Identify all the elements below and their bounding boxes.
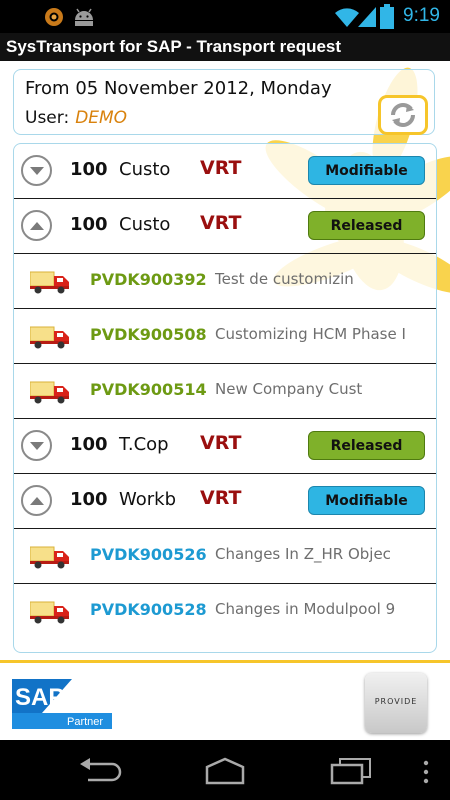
object-row[interactable]: PVDK900392 Test de customizin [14, 254, 436, 309]
main-content: From 05 November 2012, Monday User: DEMO … [0, 61, 450, 740]
sap-partner-text: Partner [67, 716, 103, 728]
request-type: VRT [200, 432, 242, 454]
app-title: SysTransport for SAP - Transport request [6, 37, 342, 56]
chevron-up-icon [29, 221, 44, 230]
provide-logo: PROVIDE [365, 673, 427, 733]
truck-icon [30, 601, 69, 624]
object-id: PVDK900392 [90, 270, 207, 289]
object-description: Customizing HCM Phase I [215, 325, 406, 343]
transport-request-list: 100 Custo VRT Modifiable 100 Custo VRT R… [13, 143, 437, 653]
object-row[interactable]: PVDK900528 Changes in Modulpool 9 [14, 584, 436, 639]
request-description: T.Cop [119, 434, 169, 455]
user-label: User: [25, 108, 70, 128]
collapse-toggle[interactable] [21, 485, 52, 516]
chevron-down-icon [29, 441, 44, 450]
status-time: 9:19 [403, 5, 440, 26]
chevron-up-icon [29, 496, 44, 505]
request-row[interactable]: 100 Workb VRT Modifiable [14, 474, 436, 529]
refresh-icon [391, 103, 415, 127]
notification-circle-icon [45, 8, 63, 26]
collapse-toggle[interactable] [21, 210, 52, 241]
date-header: From 05 November 2012, Monday User: DEMO [13, 69, 435, 135]
request-row[interactable]: 100 Custo VRT Released [14, 199, 436, 254]
request-type: VRT [200, 487, 242, 509]
sap-partner-logo: SAP Partner [12, 679, 112, 729]
navigation-bar [0, 740, 450, 800]
object-description: Changes in Modulpool 9 [215, 600, 396, 618]
object-description: Test de customizin [215, 270, 354, 288]
object-id: PVDK900528 [90, 600, 207, 619]
object-id: PVDK900526 [90, 545, 207, 564]
provide-logo-text: PROVIDE [374, 697, 418, 706]
user-value: DEMO [75, 108, 128, 128]
truck-icon [30, 381, 69, 404]
status-bar: 9:19 [0, 0, 450, 33]
request-type: VRT [200, 157, 242, 179]
sap-logo-text: SAP [15, 684, 64, 711]
recent-apps-icon[interactable] [330, 757, 372, 785]
request-type: VRT [200, 212, 242, 234]
date-text: From 05 November 2012, Monday [25, 78, 332, 99]
refresh-button[interactable] [378, 95, 428, 135]
object-row[interactable]: PVDK900514 New Company Cust [14, 364, 436, 419]
object-id: PVDK900514 [90, 380, 207, 399]
back-icon[interactable] [78, 758, 122, 784]
menu-icon[interactable] [422, 760, 430, 784]
status-badge: Modifiable [308, 156, 425, 185]
expand-toggle[interactable] [21, 155, 52, 186]
expand-toggle[interactable] [21, 430, 52, 461]
request-number: 100 [70, 434, 108, 455]
truck-icon [30, 546, 69, 569]
request-description: Custo [119, 214, 171, 235]
object-row[interactable]: PVDK900508 Customizing HCM Phase I [14, 309, 436, 364]
request-description: Custo [119, 159, 171, 180]
home-icon[interactable] [201, 757, 249, 785]
signal-icon [358, 7, 376, 27]
request-row[interactable]: 100 T.Cop VRT Released [14, 419, 436, 474]
truck-icon [30, 271, 69, 294]
chevron-down-icon [29, 166, 44, 175]
object-description: Changes In Z_HR Objec [215, 545, 391, 563]
app-title-bar: SysTransport for SAP - Transport request [0, 33, 450, 61]
user-line: User: DEMO [25, 108, 127, 128]
request-number: 100 [70, 159, 108, 180]
request-description: Workb [119, 489, 177, 510]
truck-icon [30, 326, 69, 349]
request-number: 100 [70, 489, 108, 510]
status-badge: Released [308, 431, 425, 460]
request-row[interactable]: 100 Custo VRT Modifiable [14, 144, 436, 199]
object-description: New Company Cust [215, 380, 363, 398]
object-row[interactable]: PVDK900526 Changes In Z_HR Objec [14, 529, 436, 584]
request-number: 100 [70, 214, 108, 235]
android-icon [75, 8, 93, 26]
object-id: PVDK900508 [90, 325, 207, 344]
status-badge: Modifiable [308, 486, 425, 515]
battery-icon [380, 4, 394, 29]
footer-divider [0, 660, 450, 663]
status-badge: Released [308, 211, 425, 240]
